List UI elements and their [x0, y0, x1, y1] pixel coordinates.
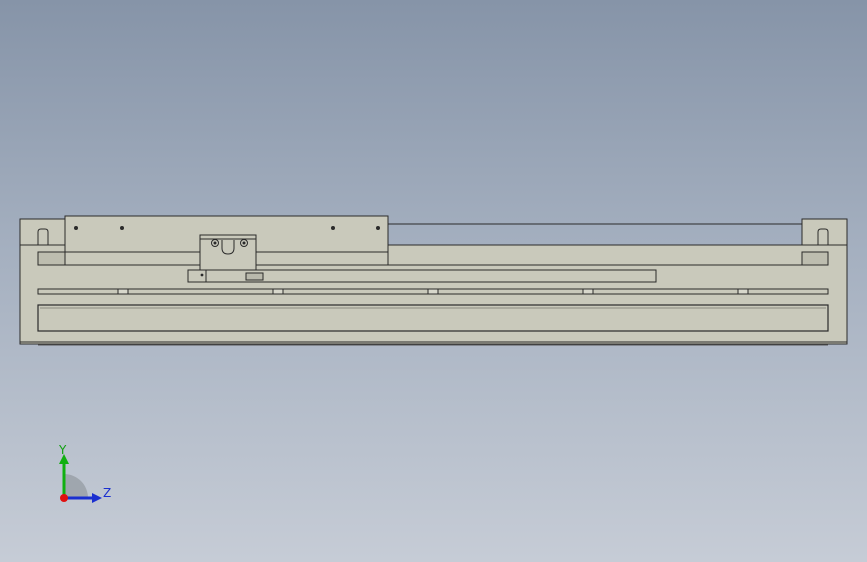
- cad-viewport[interactable]: Y Z: [0, 0, 867, 562]
- left-end-foot: [37, 251, 66, 266]
- y-axis-label: Y: [59, 443, 67, 457]
- cover-strip-mark: [200, 273, 204, 277]
- triad-quadrant: [64, 474, 88, 498]
- right-end-bracket: [801, 218, 848, 246]
- z-arrow-head: [92, 493, 102, 503]
- carriage-bolt-4: [376, 226, 380, 230]
- axis-triad: Y Z: [40, 440, 120, 510]
- lower-profile-channel: [37, 304, 829, 332]
- carriage-bolt-1: [74, 226, 78, 230]
- clamp-screw-left-head: [213, 241, 217, 245]
- left-end-bracket: [19, 218, 66, 246]
- clamp-screw-right-head: [242, 241, 246, 245]
- carriage-bolt-3: [331, 226, 335, 230]
- slot-nut-4: [582, 288, 594, 295]
- slot-nut-1: [117, 288, 129, 295]
- z-axis-label: Z: [103, 486, 112, 500]
- right-end-foot: [801, 251, 829, 266]
- triad-origin: [60, 494, 68, 502]
- sensor-tab: [245, 272, 264, 281]
- linear-module-model[interactable]: [0, 0, 867, 562]
- slot-nut-5: [737, 288, 749, 295]
- carriage-bolt-2: [120, 226, 124, 230]
- slot-nut-3: [427, 288, 439, 295]
- slot-nut-2: [272, 288, 284, 295]
